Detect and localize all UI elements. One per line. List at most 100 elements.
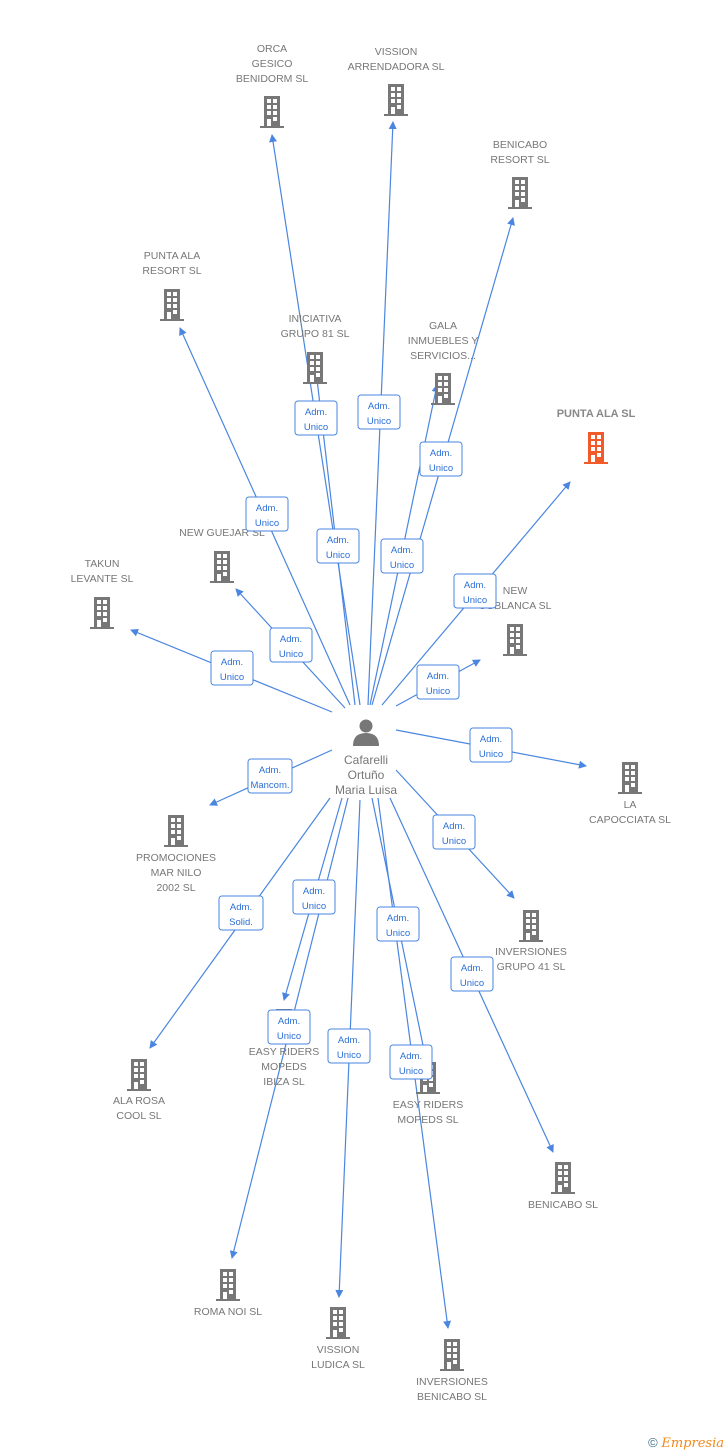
company-label[interactable]: COOL SL — [116, 1110, 161, 1122]
role-badge: Adm. Unico — [469, 727, 513, 763]
company-label[interactable]: MAR NILO — [151, 867, 202, 879]
brand-logo[interactable]: Empresia — [661, 1436, 724, 1451]
company-label[interactable]: 2002 SL — [156, 882, 195, 894]
company-label[interactable]: GRUPO 81 SL — [281, 328, 350, 340]
role-text: Unico — [463, 595, 487, 606]
building-icon[interactable] — [440, 1339, 464, 1371]
building-icon[interactable] — [160, 289, 184, 321]
company-label[interactable]: RESORT SL — [490, 154, 549, 166]
building-icon[interactable] — [431, 373, 455, 405]
role-text: Unico — [399, 1066, 423, 1077]
role-text: Unico — [429, 463, 453, 474]
role-badge: Adm. Unico — [419, 441, 463, 477]
building-icon[interactable] — [210, 551, 234, 583]
company-label[interactable]: VISSION — [317, 1344, 360, 1356]
building-icon[interactable] — [618, 762, 642, 794]
company-label[interactable]: EASY RIDERS — [393, 1099, 463, 1111]
building-icon[interactable] — [508, 177, 532, 209]
company-label[interactable]: CAPOCCIATA SL — [589, 814, 671, 826]
role-badge: Adm. Unico — [380, 538, 424, 574]
company-label[interactable]: PUNTA ALA SL — [557, 408, 636, 420]
company-label[interactable]: PROMOCIONES — [136, 852, 216, 864]
person-icon-head — [359, 719, 373, 733]
building-icon[interactable] — [326, 1307, 350, 1339]
role-text: Unico — [302, 901, 326, 912]
company-label[interactable]: BENICABO SL — [528, 1199, 598, 1211]
building-icon[interactable] — [519, 910, 543, 942]
role-badge: Adm. Unico — [294, 400, 338, 436]
building-icon[interactable] — [127, 1059, 151, 1091]
role-text: Unico — [279, 649, 303, 660]
role-badge: Adm. Unico — [210, 650, 254, 686]
company-label[interactable]: SERVICIOS... — [410, 350, 476, 362]
company-label[interactable]: ARRENDADORA SL — [348, 61, 445, 73]
role-badge: Adm. Unico — [316, 528, 360, 564]
role-badge: Adm. Unico — [432, 814, 476, 850]
role-text: Adm. — [259, 765, 281, 776]
building-icon[interactable] — [216, 1269, 240, 1301]
role-text: Unico — [255, 518, 279, 529]
role-badge: Adm. Unico — [357, 394, 401, 430]
role-text: Unico — [277, 1031, 301, 1042]
role-text: Unico — [220, 672, 244, 683]
role-badge: Adm. Unico — [389, 1044, 433, 1080]
company-label[interactable]: BENIDORM SL — [236, 73, 309, 85]
company-label[interactable]: GESICO — [252, 58, 293, 70]
role-text: Adm. — [221, 657, 243, 668]
role-text: Unico — [326, 550, 350, 561]
highlighted-building-icon[interactable] — [584, 432, 608, 464]
company-label[interactable]: MOPEDS — [261, 1061, 307, 1073]
role-text: Adm. — [461, 963, 483, 974]
copyright-symbol: © — [648, 1435, 658, 1450]
company-label[interactable]: INICIATIVA — [289, 313, 342, 325]
person-name[interactable]: Ortuño — [348, 768, 385, 782]
company-label[interactable]: IBIZA SL — [263, 1076, 305, 1088]
company-label[interactable]: PUNTA ALA — [144, 250, 200, 262]
company-label[interactable]: EASY RIDERS — [249, 1046, 319, 1058]
company-label[interactable]: INVERSIONES — [416, 1376, 488, 1388]
role-text: Unico — [386, 928, 410, 939]
company-label[interactable]: NEW — [503, 585, 528, 597]
company-label[interactable]: ALA ROSA — [113, 1095, 165, 1107]
company-label[interactable]: INMUEBLES Y — [408, 335, 478, 347]
role-badge: Adm. Unico — [416, 664, 460, 700]
company-label[interactable]: TAKUN — [85, 558, 120, 570]
building-icon[interactable] — [503, 624, 527, 656]
company-label[interactable]: BENICABO SL — [417, 1391, 487, 1403]
company-label[interactable]: LA — [624, 799, 637, 811]
role-badge: Adm. Unico — [245, 496, 289, 532]
company-label[interactable]: GRUPO 41 SL — [497, 961, 566, 973]
company-label[interactable]: BENICABO — [493, 139, 547, 151]
person-name[interactable]: Cafarelli — [344, 753, 388, 767]
company-label[interactable]: ROMA NOI SL — [194, 1306, 262, 1318]
role-text: Adm. — [391, 545, 413, 556]
company-label[interactable]: MOPEDS SL — [397, 1114, 458, 1126]
company-label[interactable]: GALA — [429, 320, 457, 332]
company-label[interactable]: LEVANTE SL — [71, 573, 134, 585]
building-icon[interactable] — [260, 96, 284, 128]
company-label[interactable]: RESORT SL — [142, 265, 201, 277]
role-text: Adm. — [368, 401, 390, 412]
role-text: Adm. — [278, 1016, 300, 1027]
role-text: Unico — [442, 836, 466, 847]
role-text: Adm. — [400, 1051, 422, 1062]
role-text: Solid. — [229, 917, 253, 928]
company-label[interactable]: INVERSIONES — [495, 946, 567, 958]
role-badge: Adm. Unico — [450, 956, 494, 992]
company-label[interactable]: ORCA — [257, 43, 287, 55]
building-icon[interactable] — [164, 815, 188, 847]
building-icon[interactable] — [551, 1162, 575, 1194]
role-text: Unico — [367, 416, 391, 427]
building-icon[interactable] — [384, 84, 408, 116]
person-name[interactable]: Maria Luisa — [335, 783, 397, 797]
edges — [130, 121, 587, 1329]
footer: © Empresia — [648, 1435, 724, 1451]
role-text: Adm. — [327, 535, 349, 546]
building-icon[interactable] — [90, 597, 114, 629]
role-text: Adm. — [427, 671, 449, 682]
company-label[interactable]: VISSION — [375, 46, 418, 58]
role-text: Adm. — [387, 913, 409, 924]
person-node[interactable]: CafarelliOrtuñoMaria Luisa — [335, 719, 397, 798]
role-badge: Adm. Solid. — [218, 895, 264, 931]
company-label[interactable]: LUDICA SL — [311, 1359, 365, 1371]
